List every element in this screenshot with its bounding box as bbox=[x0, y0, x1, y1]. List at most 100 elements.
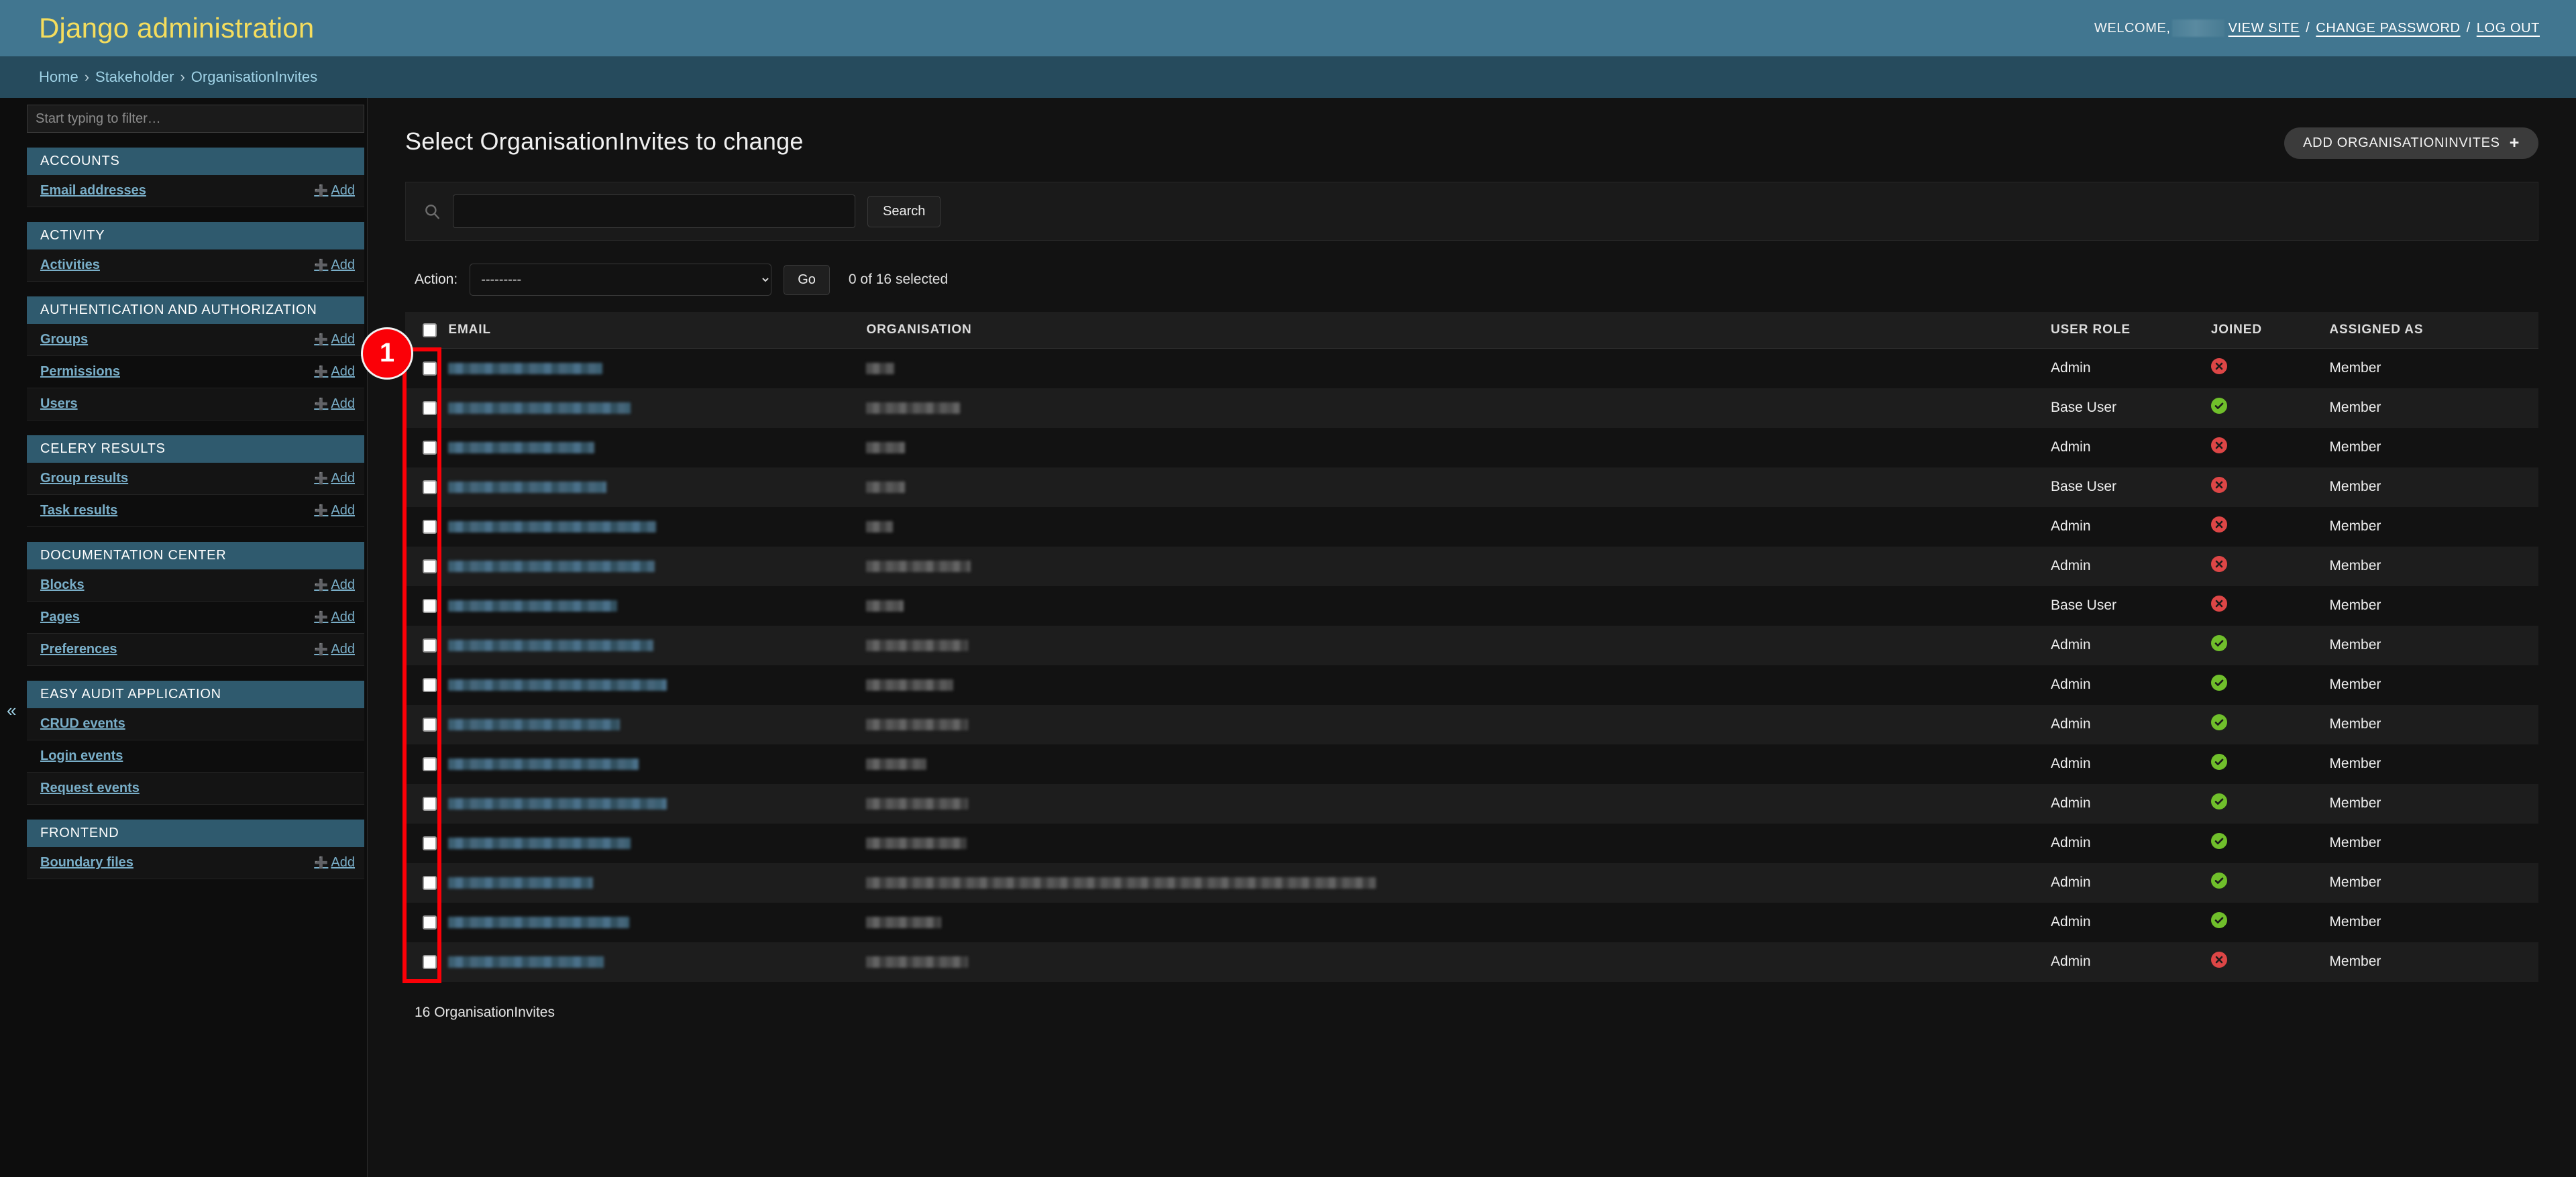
sidebar-item-email-addresses[interactable]: Email addresses ➕ Add bbox=[27, 175, 364, 207]
row-select-checkbox[interactable] bbox=[423, 915, 437, 930]
sidebar-add-link[interactable]: ➕ Add bbox=[314, 642, 355, 657]
breadcrumb-home[interactable]: Home bbox=[39, 68, 78, 86]
row-select-checkbox[interactable] bbox=[423, 559, 437, 573]
cell-email[interactable] bbox=[448, 547, 866, 586]
log-out-link[interactable]: LOG OUT bbox=[2477, 21, 2540, 36]
sidebar-item-label[interactable]: Users bbox=[40, 396, 78, 412]
cell-email[interactable] bbox=[448, 586, 866, 626]
sidebar-item-activities[interactable]: Activities ➕ Add bbox=[27, 249, 364, 282]
sidebar-item-label[interactable]: CRUD events bbox=[40, 716, 125, 732]
breadcrumb-app[interactable]: Stakeholder bbox=[95, 68, 174, 86]
cell-email[interactable] bbox=[448, 349, 866, 388]
sidebar-item-label[interactable]: Blocks bbox=[40, 577, 85, 593]
cell-email[interactable] bbox=[448, 863, 866, 903]
sidebar-item-permissions[interactable]: Permissions ➕ Add bbox=[27, 356, 364, 388]
cell-email[interactable] bbox=[448, 665, 866, 705]
sidebar-item-pages[interactable]: Pages ➕ Add bbox=[27, 602, 364, 634]
add-organisationinvites-button[interactable]: ADD ORGANISATIONINVITES + bbox=[2284, 127, 2538, 159]
row-select-checkbox[interactable] bbox=[423, 796, 437, 811]
change-password-link[interactable]: CHANGE PASSWORD bbox=[2316, 21, 2460, 36]
cell-email[interactable] bbox=[448, 507, 866, 547]
sidebar-item-request-events[interactable]: Request events bbox=[27, 773, 364, 805]
row-select-checkbox[interactable] bbox=[423, 677, 437, 692]
table-row[interactable]: Admin Member bbox=[405, 823, 2538, 863]
sidebar-item-label[interactable]: Preferences bbox=[40, 642, 117, 657]
row-select-checkbox[interactable] bbox=[423, 717, 437, 732]
sidebar-add-link[interactable]: ➕ Add bbox=[314, 503, 355, 518]
sidebar-item-preferences[interactable]: Preferences ➕ Add bbox=[27, 634, 364, 666]
sidebar-item-blocks[interactable]: Blocks ➕ Add bbox=[27, 569, 364, 602]
row-select-checkbox[interactable] bbox=[423, 598, 437, 613]
sidebar-item-group-results[interactable]: Group results ➕ Add bbox=[27, 463, 364, 495]
sidebar-item-label[interactable]: Task results bbox=[40, 503, 117, 518]
table-row[interactable]: Base User Member bbox=[405, 388, 2538, 428]
view-site-link[interactable]: VIEW SITE bbox=[2229, 21, 2300, 36]
sidebar-item-label[interactable]: Group results bbox=[40, 471, 128, 486]
row-select-checkbox[interactable] bbox=[423, 638, 437, 653]
table-row[interactable]: Admin Member bbox=[405, 783, 2538, 824]
action-go-button[interactable]: Go bbox=[784, 264, 830, 295]
cell-email[interactable] bbox=[448, 428, 866, 467]
cell-email[interactable] bbox=[448, 705, 866, 744]
sidebar-item-login-events[interactable]: Login events bbox=[27, 740, 364, 773]
cell-email[interactable] bbox=[448, 942, 866, 982]
table-row[interactable]: Admin Member bbox=[405, 902, 2538, 942]
cell-email[interactable] bbox=[448, 388, 866, 428]
cell-email[interactable] bbox=[448, 626, 866, 665]
sidebar-add-link[interactable]: ➕ Add bbox=[314, 258, 355, 273]
row-select-checkbox[interactable] bbox=[423, 440, 437, 455]
cell-email[interactable] bbox=[448, 903, 866, 942]
sidebar-add-link[interactable]: ➕ Add bbox=[314, 364, 355, 380]
sidebar-add-link[interactable]: ➕ Add bbox=[314, 332, 355, 347]
column-header-user-role[interactable]: USER ROLE bbox=[2050, 312, 2211, 349]
search-input[interactable] bbox=[453, 194, 855, 228]
action-select[interactable]: --------- bbox=[470, 264, 772, 296]
table-row[interactable]: Admin Member bbox=[405, 704, 2538, 744]
table-row[interactable]: Admin Member bbox=[405, 506, 2538, 547]
row-select-checkbox[interactable] bbox=[423, 836, 437, 850]
sidebar-add-link[interactable]: ➕ Add bbox=[314, 396, 355, 412]
sidebar-filter-input[interactable] bbox=[27, 105, 364, 133]
sidebar-item-task-results[interactable]: Task results ➕ Add bbox=[27, 495, 364, 527]
sidebar-item-groups[interactable]: Groups ➕ Add bbox=[27, 324, 364, 356]
sidebar-item-crud-events[interactable]: CRUD events bbox=[27, 708, 364, 740]
sidebar-item-label[interactable]: Groups bbox=[40, 332, 88, 347]
search-button[interactable]: Search bbox=[867, 195, 941, 227]
row-select-checkbox[interactable] bbox=[423, 519, 437, 534]
table-row[interactable]: Admin Member bbox=[405, 665, 2538, 705]
table-row[interactable]: Admin Member bbox=[405, 348, 2538, 388]
sidebar-item-label[interactable]: Request events bbox=[40, 781, 140, 796]
column-header-organisation[interactable]: ORGANISATION bbox=[866, 312, 2051, 349]
column-header-assigned-as[interactable]: ASSIGNED AS bbox=[2329, 312, 2538, 349]
select-all-checkbox[interactable] bbox=[423, 323, 437, 337]
row-select-checkbox[interactable] bbox=[423, 954, 437, 969]
column-header-email[interactable]: EMAIL bbox=[448, 312, 867, 349]
sidebar-collapse-icon[interactable]: « bbox=[7, 702, 16, 719]
sidebar-add-link[interactable]: ➕ Add bbox=[314, 183, 355, 199]
sidebar-add-link[interactable]: ➕ Add bbox=[314, 855, 355, 871]
cell-email[interactable] bbox=[448, 744, 866, 784]
sidebar-add-link[interactable]: ➕ Add bbox=[314, 610, 355, 625]
sidebar-add-link[interactable]: ➕ Add bbox=[314, 471, 355, 486]
row-select-checkbox[interactable] bbox=[423, 756, 437, 771]
table-row[interactable]: Admin Member bbox=[405, 862, 2538, 903]
sidebar-item-label[interactable]: Permissions bbox=[40, 364, 120, 380]
row-select-checkbox[interactable] bbox=[423, 400, 437, 415]
sidebar-add-link[interactable]: ➕ Add bbox=[314, 577, 355, 593]
cell-email[interactable] bbox=[448, 784, 866, 824]
sidebar-item-label[interactable]: Activities bbox=[40, 258, 100, 273]
sidebar-item-boundary-files[interactable]: Boundary files ➕ Add bbox=[27, 847, 364, 879]
sidebar-item-label[interactable]: Email addresses bbox=[40, 183, 146, 199]
row-select-checkbox[interactable] bbox=[423, 875, 437, 890]
row-select-checkbox[interactable] bbox=[423, 480, 437, 494]
sidebar-item-label[interactable]: Pages bbox=[40, 610, 80, 625]
table-row[interactable]: Base User Member bbox=[405, 585, 2538, 626]
table-row[interactable]: Admin Member bbox=[405, 427, 2538, 467]
table-row[interactable]: Admin Member bbox=[405, 625, 2538, 665]
cell-email[interactable] bbox=[448, 467, 866, 507]
column-header-joined[interactable]: JOINED bbox=[2210, 312, 2330, 349]
table-row[interactable]: Admin Member bbox=[405, 546, 2538, 586]
table-row[interactable]: Admin Member bbox=[405, 942, 2538, 982]
table-row[interactable]: Admin Member bbox=[405, 744, 2538, 784]
cell-email[interactable] bbox=[448, 824, 866, 863]
